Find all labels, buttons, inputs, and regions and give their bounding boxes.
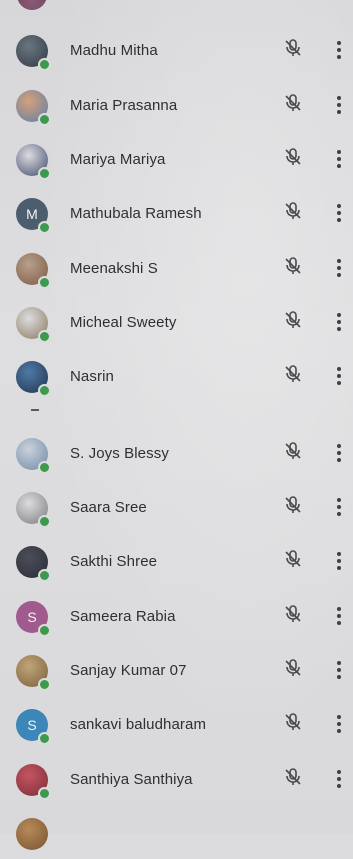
section-divider [31, 409, 39, 411]
participant-row[interactable]: Nasrin [0, 348, 353, 402]
more-vert-icon[interactable] [334, 605, 344, 627]
participant-name: Saara Sree [70, 499, 147, 516]
microphone-muted-icon[interactable] [282, 200, 304, 222]
more-vert-icon[interactable] [334, 94, 344, 116]
participant-name: Sanjay Kumar 07 [70, 662, 187, 679]
microphone-muted-icon[interactable] [282, 494, 304, 516]
microphone-muted-icon[interactable] [282, 711, 304, 733]
more-vert-icon[interactable] [334, 442, 344, 464]
microphone-muted-icon[interactable] [282, 766, 304, 788]
participant-name: Santhiya Santhiya [70, 771, 193, 788]
more-vert-icon[interactable] [334, 713, 344, 735]
more-vert-icon[interactable] [334, 202, 344, 224]
online-status-dot [38, 330, 51, 343]
microphone-muted-icon[interactable] [282, 309, 304, 331]
participant-name: Meenakshi S [70, 260, 158, 277]
microphone-muted-icon[interactable] [282, 92, 304, 114]
participant-name: Micheal Sweety [70, 314, 177, 331]
online-status-dot [38, 678, 51, 691]
online-status-dot [38, 569, 51, 582]
participant-row[interactable]: Ssankavi baludharam [0, 696, 353, 750]
participant-row[interactable]: S Sameera Rabia [0, 588, 353, 642]
participant-name: Sakthi Shree [70, 553, 158, 570]
partial-row-bottom [0, 805, 353, 859]
participant-row[interactable]: Madhu Mitha [0, 22, 353, 76]
avatar [16, 818, 48, 850]
participant-row[interactable]: Sakthi Shree [0, 533, 353, 587]
participant-name: Sameera Rabia [70, 608, 176, 625]
online-status-dot [38, 221, 51, 234]
microphone-muted-icon[interactable] [282, 657, 304, 679]
participant-name: Nasrin [70, 368, 114, 385]
online-status-dot [38, 787, 51, 800]
more-vert-icon[interactable] [334, 365, 344, 387]
participant-name: Maria Prasanna [70, 97, 178, 114]
online-status-dot [38, 624, 51, 637]
participant-row[interactable]: Meenakshi S [0, 240, 353, 294]
more-vert-icon[interactable] [334, 659, 344, 681]
microphone-muted-icon[interactable] [282, 37, 304, 59]
online-status-dot [38, 276, 51, 289]
online-status-dot [38, 167, 51, 180]
participant-row[interactable]: S. Joys Blessy [0, 425, 353, 479]
more-vert-icon[interactable] [334, 550, 344, 572]
microphone-muted-icon[interactable] [282, 146, 304, 168]
participant-name: Mathubala Ramesh [70, 205, 202, 222]
participant-row[interactable]: Sanjay Kumar 07 [0, 642, 353, 696]
participant-row[interactable]: Mariya Mariya [0, 131, 353, 185]
more-vert-icon[interactable] [334, 148, 344, 170]
more-vert-icon[interactable] [334, 496, 344, 518]
participant-name: Mariya Mariya [70, 151, 166, 168]
participant-name: sankavi baludharam [70, 716, 207, 733]
participant-row[interactable]: M Mathubala Ramesh [0, 185, 353, 239]
participant-row[interactable]: Santhiya Santhiya [0, 751, 353, 805]
more-vert-icon[interactable] [334, 768, 344, 790]
microphone-muted-icon[interactable] [282, 440, 304, 462]
participant-name: Madhu Mitha [70, 42, 158, 59]
online-status-dot [38, 732, 51, 745]
online-status-dot [38, 515, 51, 528]
avatar [17, 0, 47, 10]
online-status-dot [38, 58, 51, 71]
microphone-muted-icon[interactable] [282, 603, 304, 625]
participant-name: S. Joys Blessy [70, 445, 169, 462]
online-status-dot [38, 384, 51, 397]
more-vert-icon[interactable] [334, 257, 344, 279]
microphone-muted-icon[interactable] [282, 255, 304, 277]
participant-row[interactable]: Micheal Sweety [0, 294, 353, 348]
online-status-dot [38, 461, 51, 474]
participant-row[interactable]: Maria Prasanna [0, 77, 353, 131]
participants-screen: Madhu Mitha Maria Prasanna Mariya Mariya… [0, 0, 353, 850]
microphone-muted-icon[interactable] [282, 548, 304, 570]
microphone-muted-icon[interactable] [282, 363, 304, 385]
more-vert-icon[interactable] [334, 39, 344, 61]
more-vert-icon[interactable] [334, 311, 344, 333]
online-status-dot [38, 113, 51, 126]
participant-row[interactable]: Saara Sree [0, 479, 353, 533]
